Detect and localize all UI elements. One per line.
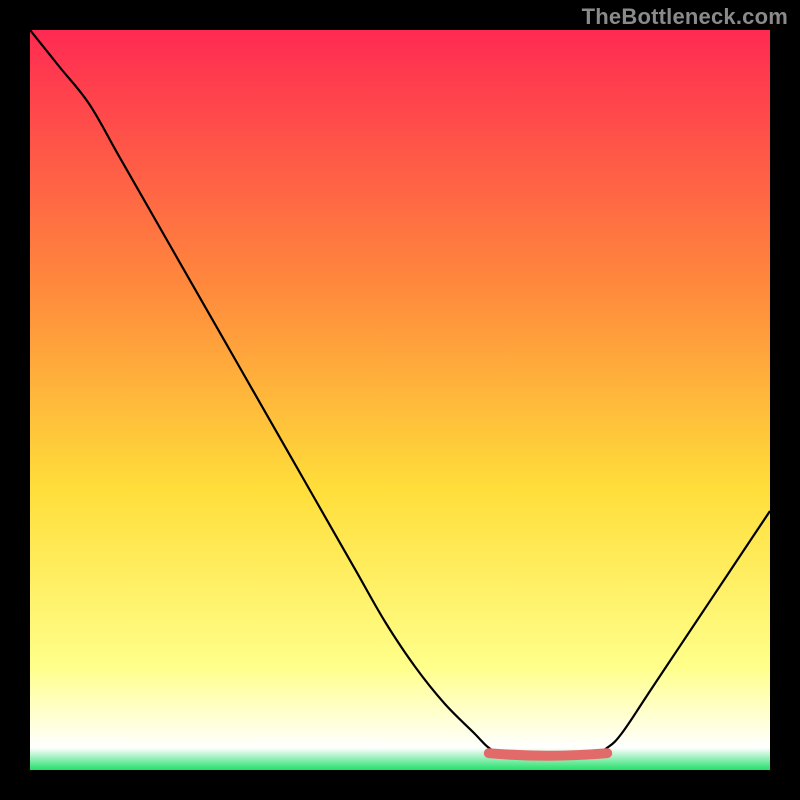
plot-area [30,30,770,770]
bottleneck-curve [30,30,770,756]
chart-canvas: TheBottleneck.com [0,0,800,800]
watermark-text: TheBottleneck.com [582,4,788,30]
curve-layer [30,30,770,770]
flat-segment-accent [489,753,607,756]
